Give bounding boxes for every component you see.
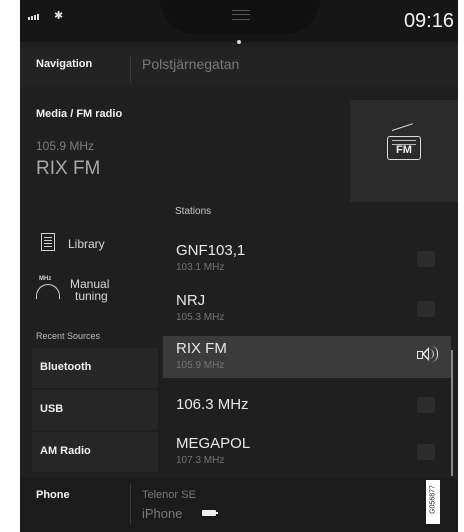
station-row-active[interactable]: RIX FM 105.9 MHz (163, 336, 451, 378)
recent-sources-label: Recent Sources (36, 331, 101, 341)
stations-heading: Stations (175, 206, 212, 217)
station-frequency: 103.1 MHz (176, 262, 225, 273)
clock: 09:16 (403, 10, 454, 32)
station-name: GNF103,1 (176, 242, 246, 259)
phone-label: Phone (36, 489, 70, 501)
signal-bars-icon (28, 14, 39, 20)
source-label: USB (40, 403, 64, 415)
manual-tuning-label: Manual tuning (70, 278, 109, 302)
mhz-icon-text: MHz (39, 276, 52, 282)
favorite-icon[interactable] (417, 397, 435, 413)
fm-icon-text: FM (396, 144, 412, 156)
favorite-icon[interactable] (417, 444, 435, 460)
manual-tuning-icon: MHz (35, 276, 61, 299)
favorite-icon[interactable] (417, 301, 435, 317)
navigation-label: Navigation (36, 58, 93, 70)
infotainment-screen: ✱ 09:16 Navigation Polstjärnegatan Media… (20, 0, 458, 532)
speaker-playing-icon (415, 344, 441, 366)
source-bluetooth-button[interactable]: Bluetooth (32, 348, 158, 388)
library-label: Library (68, 237, 105, 251)
manual-tuning-line2: tuning (75, 289, 108, 303)
station-row[interactable]: GNF103,1 103.1 MHz (163, 238, 451, 280)
divider (130, 55, 131, 83)
source-am-radio-button[interactable]: AM Radio (32, 432, 158, 472)
current-frequency: 105.9 MHz (36, 139, 95, 153)
station-list[interactable]: GNF103,1 103.1 MHz NRJ 105.3 MHz RIX FM … (163, 226, 451, 474)
phone-tile[interactable]: Phone Telenor SE iPhone (20, 478, 458, 532)
manual-tuning-button[interactable]: MHz Manual tuning (32, 270, 158, 316)
source-label: Bluetooth (40, 361, 92, 373)
figure-code: G056877 (429, 485, 437, 514)
station-row[interactable]: 106.3 MHz (163, 384, 451, 426)
fm-radio-icon: FM (387, 136, 421, 160)
status-bar: ✱ 09:16 (20, 0, 458, 42)
station-name: NRJ (176, 292, 206, 309)
library-button[interactable]: Library (32, 222, 158, 266)
battery-icon (202, 510, 218, 516)
phone-carrier: Telenor SE (142, 489, 196, 501)
divider (130, 484, 131, 524)
navigation-tile[interactable]: Navigation Polstjärnegatan (20, 47, 458, 87)
library-list-icon (41, 233, 55, 251)
phone-device: iPhone (142, 506, 183, 521)
station-row[interactable]: NRJ 105.3 MHz (163, 288, 451, 330)
bluetooth-icon: ✱ (54, 10, 64, 22)
station-frequency: 105.3 MHz (176, 312, 225, 323)
station-name: 106.3 MHz (176, 396, 249, 413)
source-usb-button[interactable]: USB (32, 390, 158, 430)
drag-handle-icon[interactable] (232, 10, 250, 20)
station-name: MEGAPOL (176, 435, 251, 452)
page-indicator-dot (237, 40, 241, 44)
favorite-icon[interactable] (417, 251, 435, 267)
station-row[interactable]: MEGAPOL 107.3 MHz (163, 431, 451, 473)
station-name: RIX FM (176, 340, 227, 357)
current-station: RIX FM (36, 158, 101, 179)
station-frequency: 107.3 MHz (176, 455, 225, 466)
source-label: AM Radio (40, 445, 91, 457)
media-title[interactable]: Media / FM radio (36, 108, 122, 120)
fm-source-button[interactable]: FM (350, 100, 458, 202)
station-frequency: 105.9 MHz (176, 360, 225, 371)
figure-code-tag: G056877 (426, 480, 440, 524)
navigation-destination: Polstjärnegatan (142, 56, 240, 72)
station-scrollbar[interactable] (451, 350, 453, 476)
